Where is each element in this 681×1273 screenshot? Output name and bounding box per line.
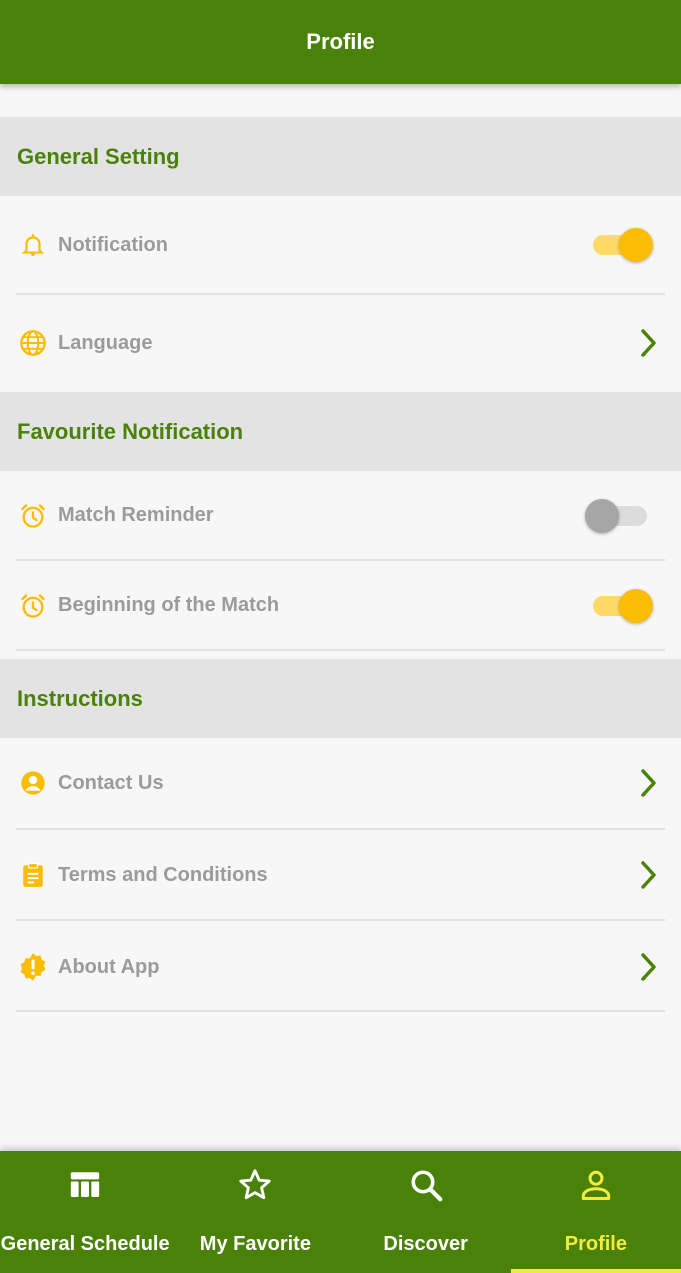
section-header-favourite-notification: Favourite Notification [0,392,681,471]
person-outline-icon [576,1165,616,1205]
row-label: Notification [58,233,168,256]
toggle-thumb [619,228,653,262]
row-label: Language [58,331,153,354]
row-contact-us[interactable]: Contact Us [0,738,681,828]
section-header-general-setting: General Setting [0,117,681,196]
toggle-thumb [619,589,653,623]
chevron-right-icon [641,769,656,797]
table-icon [65,1165,105,1205]
nav-label: General Schedule [0,1233,170,1255]
match-reminder-toggle[interactable] [585,496,651,536]
app-bar: Profile [0,0,681,84]
nav-label: Discover [383,1233,468,1255]
bottom-navigation: General Schedule My Favorite Discover Pr… [0,1151,681,1273]
toggle-thumb [585,499,619,533]
clipboard-icon [18,860,48,890]
search-icon [406,1165,446,1205]
nav-profile[interactable]: Profile [510,1151,681,1273]
divider [16,649,665,651]
nav-label: Profile [564,1233,627,1255]
section-title: Instructions [17,685,143,711]
row-label: About App [58,955,160,978]
row-label: Beginning of the Match [58,594,280,616]
nav-label: My Favorite [199,1233,311,1255]
alarm-clock-icon [18,501,48,531]
alarm-clock-icon [18,591,48,621]
account-circle-icon [18,768,48,798]
row-match-reminder[interactable]: Match Reminder [0,471,681,560]
row-language[interactable]: Language [0,295,681,391]
alert-badge-icon [18,952,48,982]
section-header-instructions: Instructions [0,659,681,738]
nav-general-schedule[interactable]: General Schedule [0,1151,170,1273]
chevron-right-icon [641,953,656,981]
row-label: Terms and Conditions [58,863,268,886]
nav-discover[interactable]: Discover [341,1151,511,1273]
bell-icon [18,230,48,260]
section-title: Favourite Notification [17,418,244,444]
star-outline-icon [235,1165,275,1205]
row-notification[interactable]: Notification [0,196,681,294]
globe-icon [18,328,48,358]
beginning-of-match-toggle[interactable] [589,586,653,626]
row-label: Contact Us [58,771,164,794]
row-beginning-of-match[interactable]: Beginning of the Match [0,561,681,650]
chevron-right-icon [641,861,656,889]
row-about-app[interactable]: About App [0,921,681,1013]
nav-my-favorite[interactable]: My Favorite [170,1151,340,1273]
notification-toggle[interactable] [589,225,653,265]
divider [16,1010,665,1012]
page-title: Profile [306,29,375,54]
chevron-right-icon [641,329,656,357]
row-terms-and-conditions[interactable]: Terms and Conditions [0,830,681,920]
row-label: Match Reminder [58,504,214,526]
section-title: General Setting [17,143,180,169]
